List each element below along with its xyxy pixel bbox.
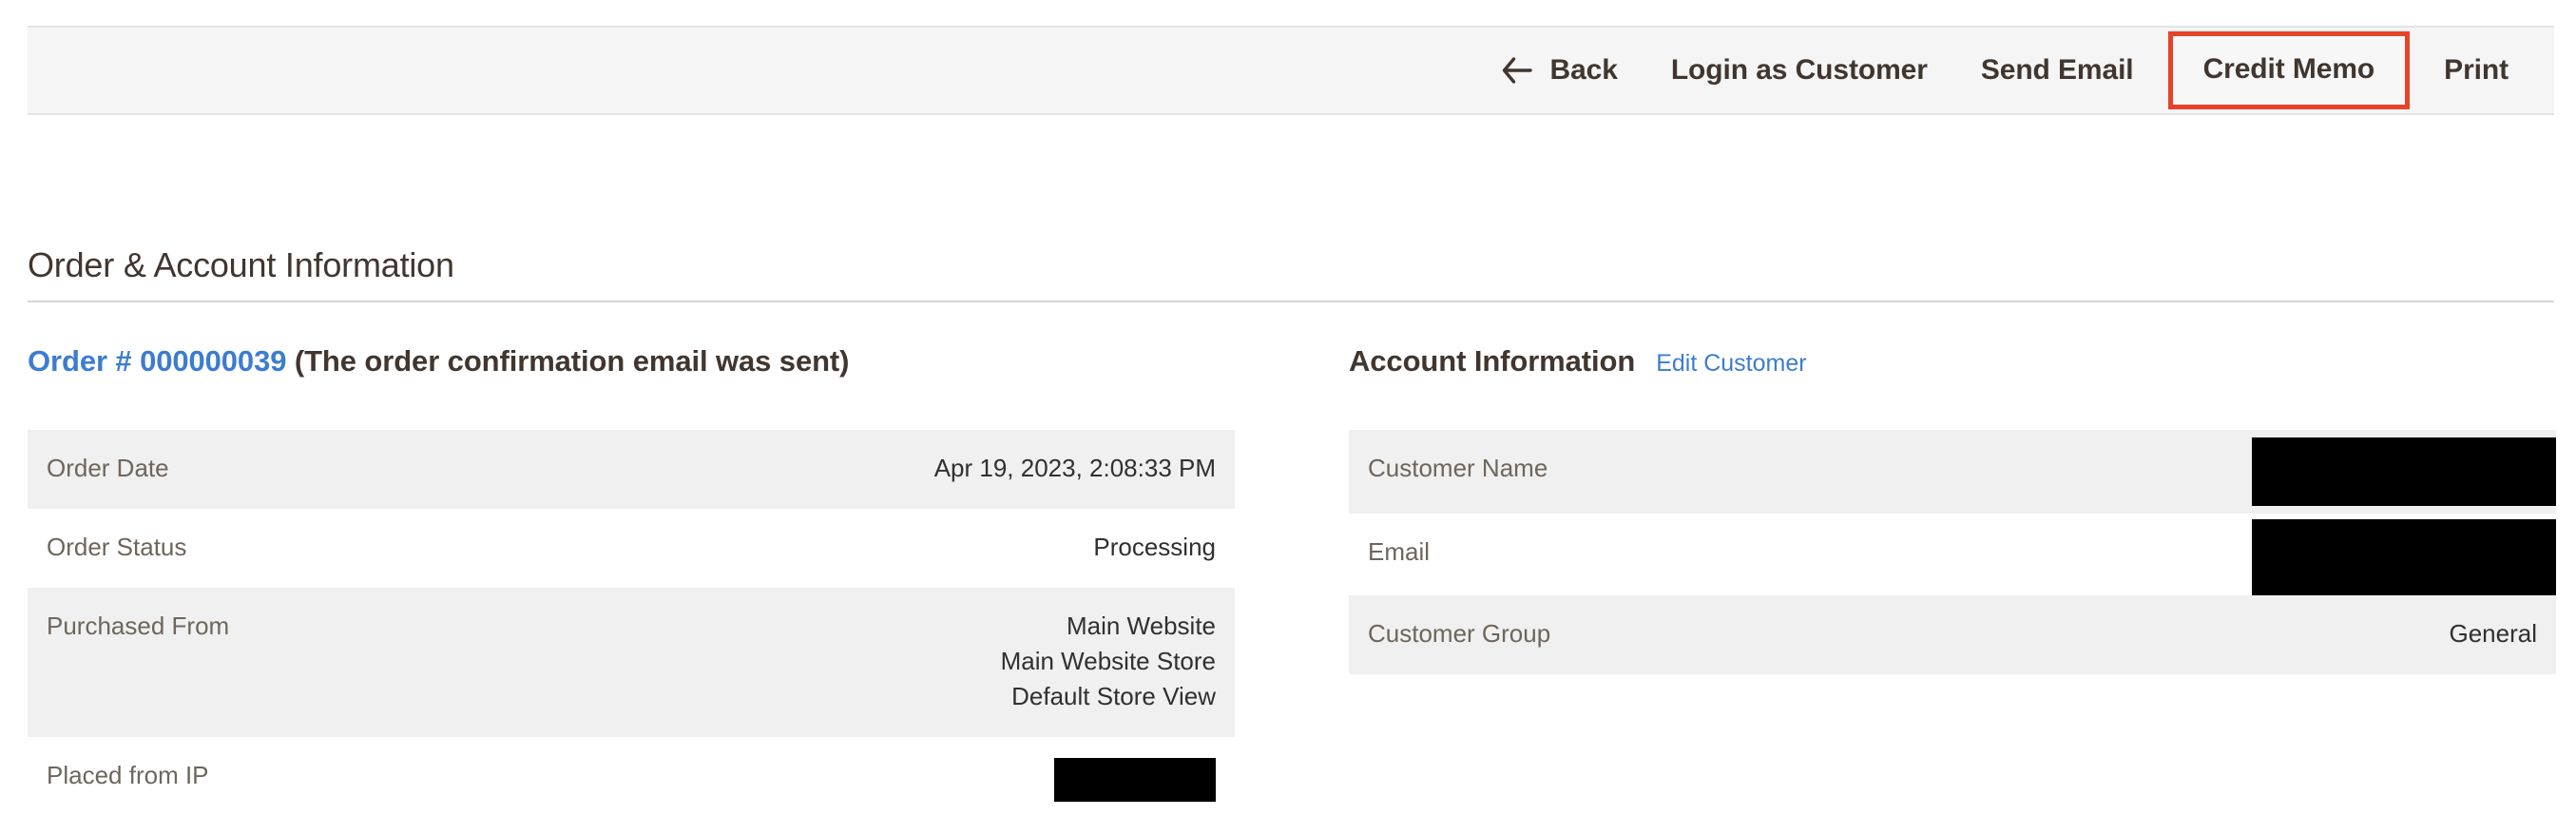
row-value: Main Website Main Website Store Default … — [655, 588, 1235, 737]
row-value — [655, 737, 1235, 825]
row-value: Apr 19, 2023, 2:08:33 PM — [655, 430, 1235, 509]
order-number-link[interactable]: Order # 000000039 — [28, 344, 286, 378]
order-status-message: (The order confirmation email was sent) — [295, 344, 850, 378]
back-button[interactable]: Back — [1501, 54, 1618, 87]
login-as-customer-button[interactable]: Login as Customer — [1671, 54, 1928, 87]
table-row: Email — [1349, 514, 2556, 595]
purchased-from-website: Main Website — [674, 609, 1216, 644]
row-label: Order Status — [28, 509, 655, 588]
table-row: Customer Group General — [1349, 595, 2556, 674]
redacted-email-value — [2252, 519, 2556, 595]
credit-memo-button[interactable]: Credit Memo — [2203, 53, 2375, 86]
account-information-heading: Account Information — [1349, 344, 1635, 378]
table-row: Placed from IP — [28, 737, 1235, 825]
table-row: Order Date Apr 19, 2023, 2:08:33 PM — [28, 430, 1235, 509]
order-information-column: Order # 000000039 (The order confirmatio… — [28, 344, 1235, 825]
row-value: Processing — [655, 509, 1235, 588]
row-label: Email — [1349, 514, 1976, 595]
send-email-button[interactable]: Send Email — [1981, 54, 2134, 87]
redacted-ip-value — [1054, 758, 1216, 802]
purchased-from-store: Main Website Store — [674, 644, 1216, 679]
order-information-table: Order Date Apr 19, 2023, 2:08:33 PM Orde… — [28, 430, 1235, 825]
row-label: Customer Group — [1349, 595, 1976, 674]
row-value — [1976, 514, 2556, 595]
row-label: Customer Name — [1349, 430, 1976, 514]
order-information-title: Order # 000000039 (The order confirmatio… — [28, 344, 1235, 401]
row-label: Order Date — [28, 430, 655, 509]
account-information-column: Account Information Edit Customer Custom… — [1349, 344, 2556, 825]
row-value: General — [1976, 595, 2556, 674]
account-information-title: Account Information Edit Customer — [1349, 344, 2556, 401]
back-button-label: Back — [1550, 54, 1618, 87]
order-view-page: Back Login as Customer Send Email Credit… — [0, 0, 2576, 835]
section-heading: Order & Account Information — [28, 245, 2554, 302]
credit-memo-button-highlight[interactable]: Credit Memo — [2168, 31, 2411, 109]
table-row: Customer Name — [1349, 430, 2556, 514]
arrow-left-icon — [1501, 56, 1533, 85]
table-row: Purchased From Main Website Main Website… — [28, 588, 1235, 737]
account-information-table: Customer Name Email Customer Group Gen — [1349, 430, 2556, 674]
information-columns: Order # 000000039 (The order confirmatio… — [28, 344, 2554, 825]
row-value — [1976, 430, 2556, 514]
purchased-from-store-view: Default Store View — [674, 679, 1216, 714]
page-title: Order & Account Information — [28, 245, 2554, 301]
table-row: Order Status Processing — [28, 509, 1235, 588]
print-button[interactable]: Print — [2444, 54, 2509, 87]
row-label: Placed from IP — [28, 737, 655, 825]
heading-divider — [28, 301, 2554, 302]
page-actions-toolbar: Back Login as Customer Send Email Credit… — [28, 26, 2554, 115]
redacted-customer-name-value — [2252, 437, 2556, 506]
row-label: Purchased From — [28, 588, 655, 737]
edit-customer-link[interactable]: Edit Customer — [1656, 350, 1806, 378]
